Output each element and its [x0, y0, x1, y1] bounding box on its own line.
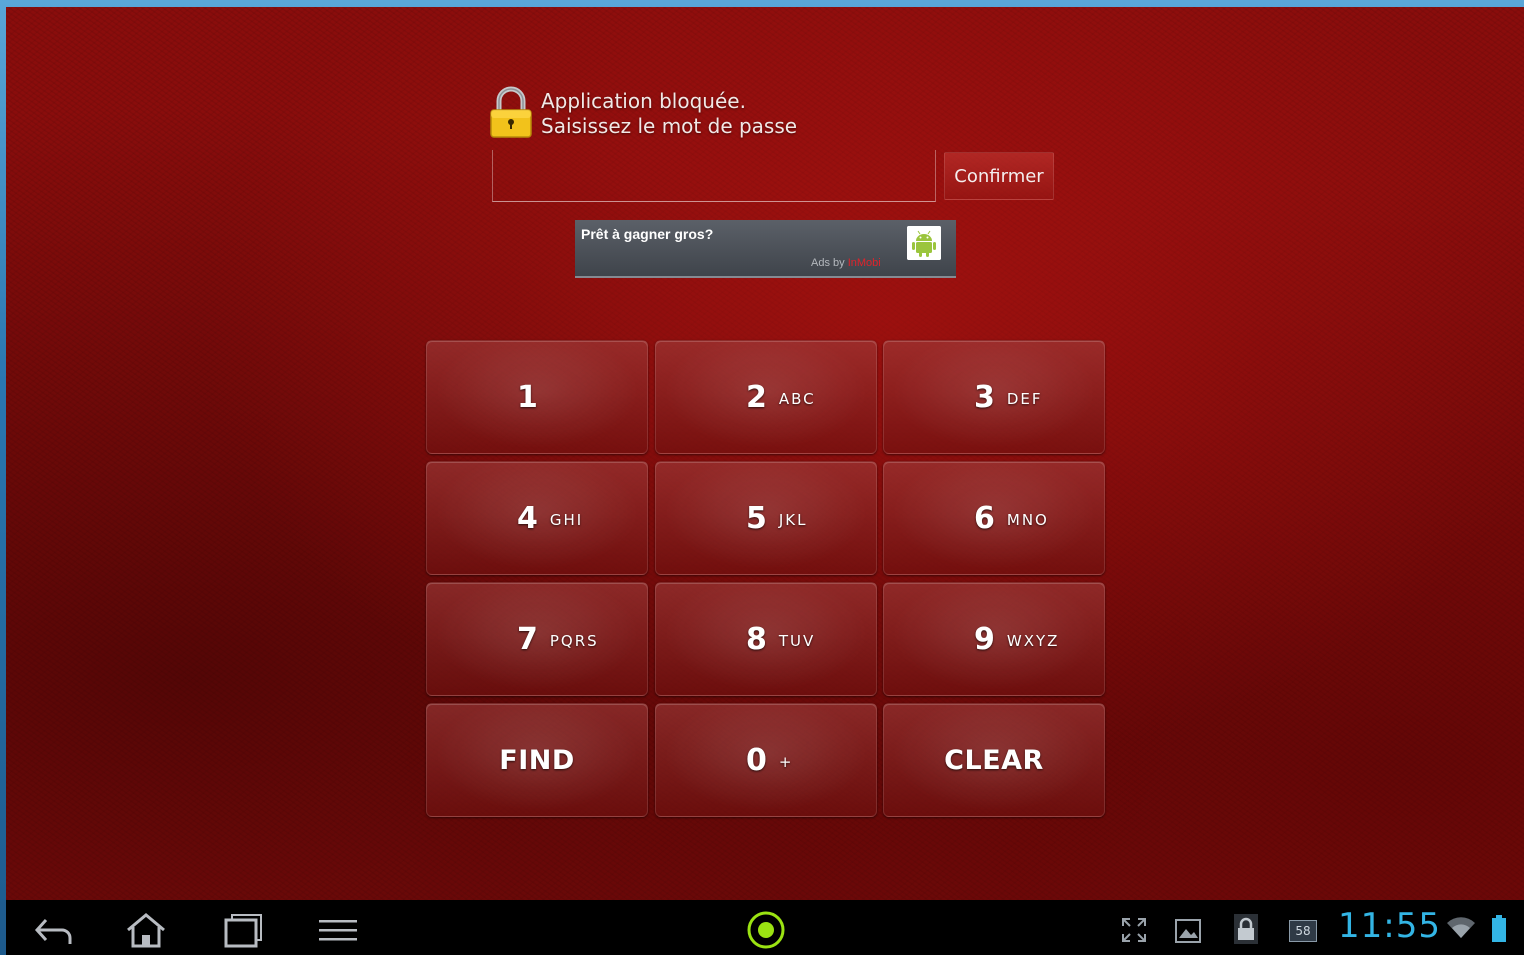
key-1[interactable]: 1: [426, 340, 648, 454]
lock-message: Application bloquée. Saisissez le mot de…: [541, 89, 797, 139]
key-7[interactable]: 7 PQRS: [426, 582, 648, 696]
ad-banner[interactable]: Prêt à gagner gros? Ads by InMobi: [575, 220, 956, 278]
recent-apps-icon[interactable]: [220, 910, 264, 950]
app-lock-screen: Application bloquée. Saisissez le mot de…: [6, 7, 1524, 900]
app-launcher-icon[interactable]: [744, 910, 788, 950]
menu-icon[interactable]: [316, 910, 360, 950]
clock[interactable]: 11:55: [1338, 906, 1441, 946]
battery-icon: [1492, 915, 1506, 942]
key-digit: 1: [517, 379, 538, 415]
lock-message-instruction: Saisissez le mot de passe: [541, 114, 798, 138]
system-bar: 58 11:55: [6, 900, 1524, 955]
find-label: FIND: [499, 744, 575, 776]
key-letters: ABC: [778, 390, 816, 408]
key-digit: 2: [746, 379, 767, 415]
key-0[interactable]: 0 +: [655, 703, 877, 817]
key-letters: GHI: [549, 511, 584, 529]
lock-status-icon[interactable]: [1234, 914, 1258, 944]
key-digit: 6: [974, 500, 995, 536]
key-digit: 3: [974, 379, 995, 415]
key-digit: 0: [746, 742, 767, 778]
key-5[interactable]: 5 JKL: [655, 461, 877, 575]
key-8[interactable]: 8 TUV: [655, 582, 877, 696]
key-digit: 7: [517, 621, 538, 657]
key-6[interactable]: 6 MNO: [883, 461, 1105, 575]
key-4[interactable]: 4 GHI: [426, 461, 648, 575]
key-letters: TUV: [778, 632, 816, 650]
key-letters: PQRS: [549, 632, 599, 650]
ad-brand: InMobi: [847, 257, 881, 269]
key-letters: MNO: [1006, 511, 1049, 529]
key-3[interactable]: 3 DEF: [883, 340, 1105, 454]
key-digit: 8: [746, 621, 767, 657]
wifi-icon: [1447, 917, 1475, 938]
fullscreen-icon[interactable]: [1120, 916, 1148, 944]
key-letters: JKL: [778, 511, 808, 529]
image-icon[interactable]: [1174, 918, 1202, 944]
back-icon[interactable]: [32, 910, 76, 950]
keypad: 1 2 ABC 3 DEF 4 GHI 5 JKL 6 MNO 7 PQRS 8 TUV 9W…: [426, 340, 1108, 820]
key-digit: 5: [746, 500, 767, 536]
confirm-button[interactable]: Confirmer: [944, 152, 1054, 200]
key-9[interactable]: 9 WXYZ: [883, 582, 1105, 696]
clear-button[interactable]: CLEAR: [883, 703, 1105, 817]
android-icon: [907, 226, 941, 260]
ad-headline: Prêt à gagner gros?: [581, 226, 714, 242]
password-input[interactable]: [492, 150, 936, 202]
key-letters: DEF: [1006, 390, 1043, 408]
notification-count-badge[interactable]: 58: [1289, 920, 1317, 942]
key-digit: 9: [974, 621, 995, 657]
ad-byline-prefix: Ads by: [811, 257, 848, 269]
key-letters: WXYZ: [1006, 632, 1060, 650]
padlock-icon: [490, 86, 532, 138]
home-icon[interactable]: [124, 910, 168, 950]
ad-byline: Ads by InMobi: [811, 257, 881, 269]
key-digit: 4: [517, 500, 538, 536]
lock-message-title: Application bloquée.: [541, 89, 746, 113]
key-2[interactable]: 2 ABC: [655, 340, 877, 454]
find-button[interactable]: FIND: [426, 703, 648, 817]
clear-label: CLEAR: [944, 744, 1044, 776]
key-letters: +: [778, 753, 794, 771]
